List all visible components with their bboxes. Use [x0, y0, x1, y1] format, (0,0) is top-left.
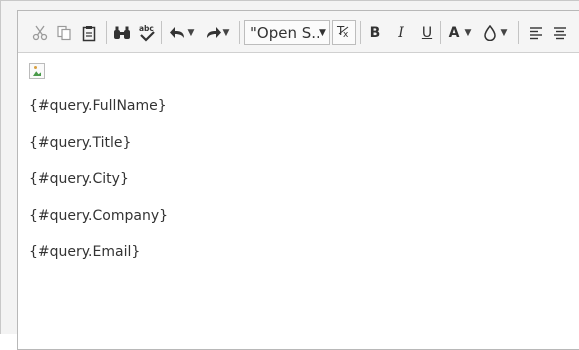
copy-icon — [56, 25, 72, 41]
history-group: ▼ ▼ — [165, 20, 235, 46]
merge-field-company: {#query.Company} — [29, 207, 169, 224]
clear-formatting-button[interactable]: Tx — [332, 20, 356, 45]
merge-field-fullname: {#query.FullName} — [29, 98, 167, 114]
editor-toolbar: abc ▼ ▼ "Open S... ▼ T x B I U A ▼ ▼ — [18, 11, 579, 53]
undo-icon — [169, 26, 186, 40]
font-family-value: "Open S... — [250, 23, 319, 42]
align-center-button[interactable] — [548, 21, 572, 45]
align-left-icon — [529, 26, 543, 40]
find-group: abc — [110, 20, 160, 46]
font-color-button[interactable]: A ▼ — [443, 21, 477, 45]
redo-dropdown-arrow: ▼ — [222, 28, 230, 38]
underline-icon: U — [421, 25, 433, 41]
align-left-button[interactable] — [524, 21, 548, 45]
color-group: A ▼ ▼ — [443, 20, 513, 46]
highlight-dropdown-arrow: ▼ — [500, 28, 508, 38]
cut-button[interactable] — [28, 21, 52, 45]
highlight-color-icon — [483, 25, 497, 41]
italic-icon: I — [398, 25, 404, 41]
font-color-icon: A — [448, 25, 460, 41]
cut-icon — [32, 25, 48, 41]
merge-field-title: {#query.Title} — [29, 134, 132, 151]
alignment-group — [524, 20, 572, 46]
spellcheck-icon: abc — [137, 23, 157, 43]
broken-image-icon — [29, 63, 45, 79]
svg-text:abc: abc — [139, 24, 154, 33]
find-button[interactable] — [110, 21, 134, 45]
align-center-icon — [553, 26, 567, 40]
bold-icon: B — [369, 25, 381, 41]
font-color-dropdown-arrow: ▼ — [464, 28, 472, 38]
find-icon — [113, 25, 131, 41]
copy-button[interactable] — [52, 21, 76, 45]
bold-button[interactable]: B — [362, 21, 388, 45]
app-frame: abc ▼ ▼ "Open S... ▼ T x B I U A ▼ ▼ {#q… — [0, 0, 579, 350]
svg-text:x: x — [343, 30, 349, 39]
paste-button[interactable] — [76, 21, 102, 45]
paste-icon — [81, 25, 97, 42]
highlight-color-button[interactable]: ▼ — [477, 21, 513, 45]
toolbar-separator — [106, 21, 107, 44]
undo-dropdown-arrow: ▼ — [187, 28, 195, 38]
editor-content-area[interactable]: {#query.FullName} {#query.Title} {#query… — [29, 63, 579, 349]
underline-button[interactable]: U — [414, 21, 440, 45]
chevron-down-icon: ▼ — [319, 27, 326, 38]
merge-field-email: {#query.Email} — [29, 244, 141, 260]
clear-formatting-icon: Tx — [336, 23, 352, 43]
toolbar-separator — [518, 21, 519, 44]
rich-text-editor: abc ▼ ▼ "Open S... ▼ T x B I U A ▼ ▼ {#q… — [17, 10, 579, 350]
font-family-select[interactable]: "Open S... ▼ — [244, 20, 330, 45]
text-style-group: B I U — [362, 20, 440, 46]
spellcheck-button[interactable]: abc — [134, 21, 160, 45]
undo-button[interactable]: ▼ — [165, 21, 199, 45]
toolbar-separator — [440, 21, 441, 44]
toolbar-separator — [161, 21, 162, 44]
merge-field-city: {#query.City} — [29, 171, 129, 187]
clipboard-group — [28, 20, 102, 46]
redo-button[interactable]: ▼ — [199, 21, 235, 45]
redo-icon — [205, 26, 221, 40]
toolbar-separator — [360, 21, 361, 44]
italic-button[interactable]: I — [388, 21, 414, 45]
toolbar-separator — [239, 21, 240, 44]
